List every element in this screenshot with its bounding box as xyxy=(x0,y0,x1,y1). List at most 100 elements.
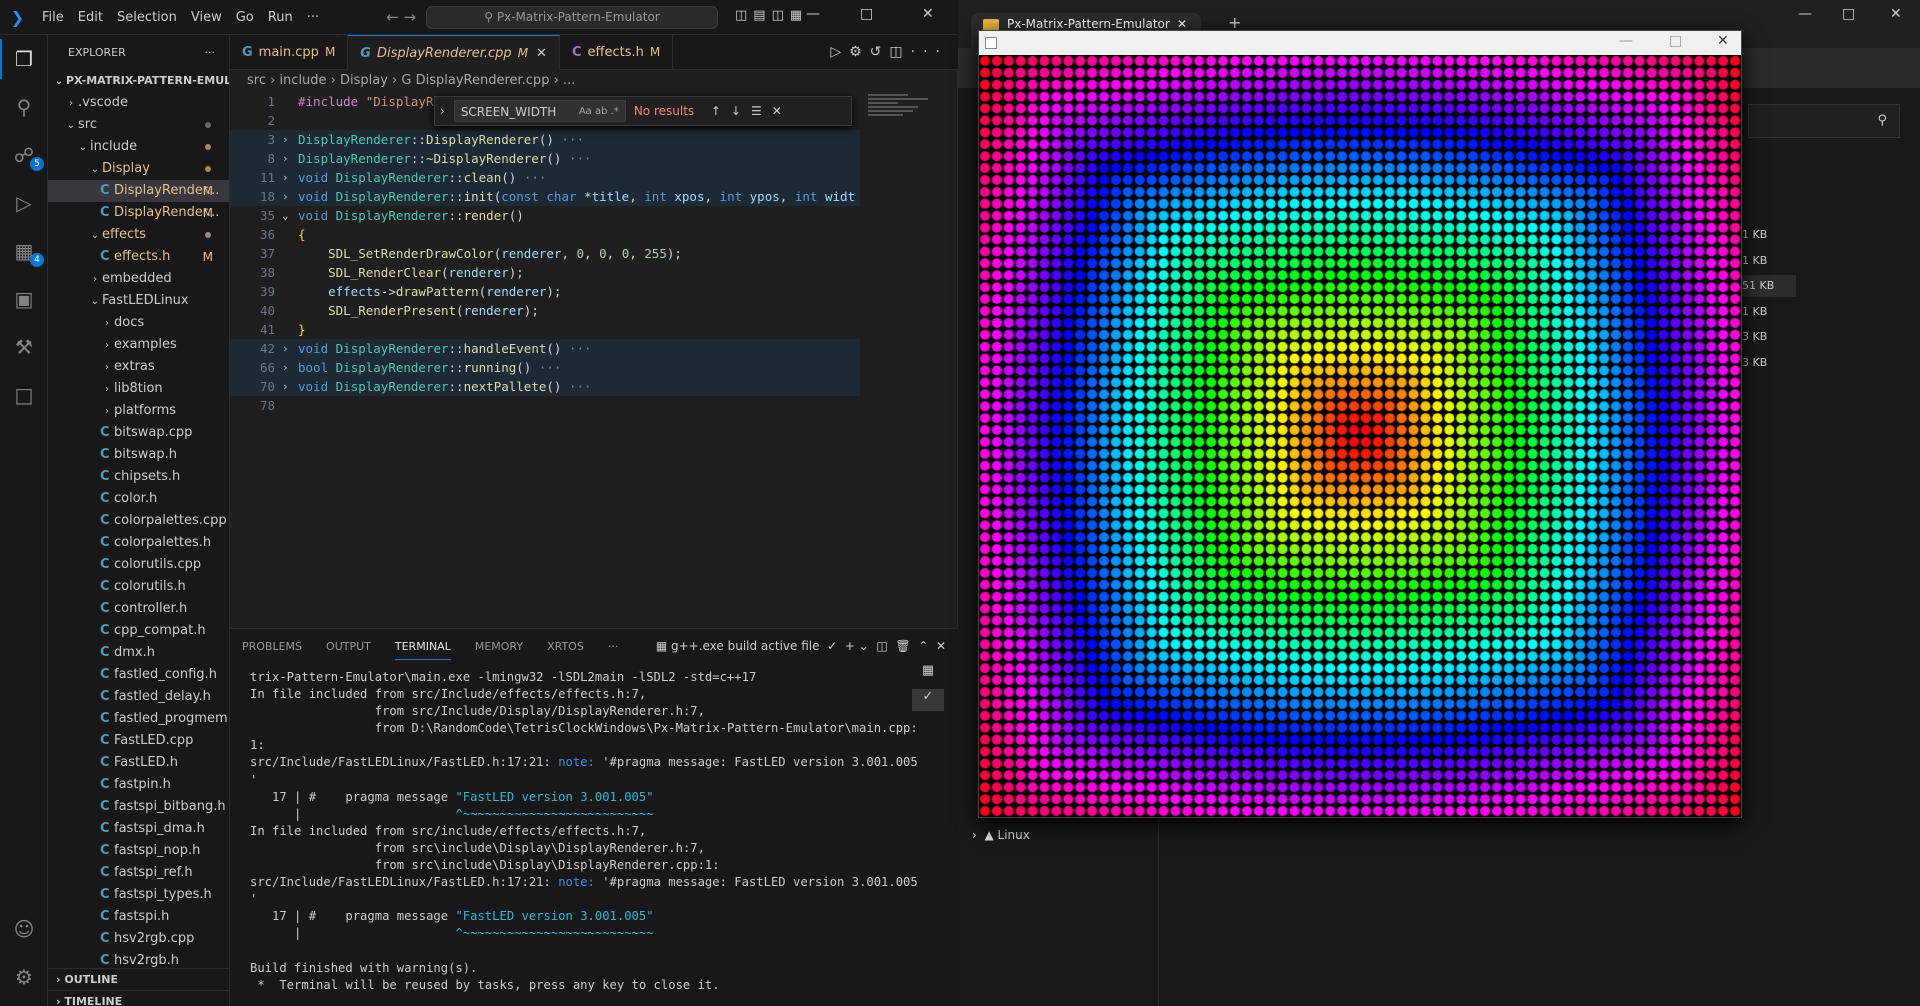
layout-toggle-icons[interactable]: ◫▤◫▦ xyxy=(735,8,808,23)
file-item[interactable]: Ccolorutils.cpp xyxy=(48,554,229,576)
file-item[interactable]: Cdmx.h xyxy=(48,642,229,664)
code-line[interactable]: 66 › bool DisplayRenderer::running() ··· xyxy=(230,358,860,377)
file-item[interactable]: Cfastpin.h xyxy=(48,774,229,796)
code-line[interactable]: 70 › void DisplayRenderer::nextPallete() ·… xyxy=(230,377,860,396)
sdl-close-button[interactable]: ✕ xyxy=(1717,33,1729,49)
close-panel-icon[interactable]: ✕ xyxy=(936,639,946,653)
folder-item[interactable]: ⌄ effects xyxy=(48,224,229,246)
file-item[interactable]: Ccolorpalettes.h xyxy=(48,532,229,554)
file-item[interactable]: Cbitswap.cpp xyxy=(48,422,229,444)
folder-item[interactable]: › platforms xyxy=(48,400,229,422)
explorer-maximize-button[interactable]: □ xyxy=(1842,6,1855,22)
panel-tab-moremoremore[interactable]: ··· xyxy=(608,634,619,659)
code-line[interactable]: 8 › DisplayRenderer::~DisplayRenderer() ··… xyxy=(230,149,860,168)
explorer-minimize-button[interactable]: — xyxy=(1798,6,1812,22)
menu-go[interactable]: Go xyxy=(229,10,261,25)
panel-tab-memory[interactable]: MEMORY xyxy=(475,634,523,659)
fold-icon[interactable]: › xyxy=(282,149,289,168)
chevron-right-icon[interactable]: › xyxy=(440,104,445,118)
find-in-selection-icon[interactable]: ☰ xyxy=(751,104,762,118)
folder-item[interactable]: ⌄ Display xyxy=(48,158,229,180)
run-debug-icon[interactable]: ▷ xyxy=(10,189,38,217)
workspace-root[interactable]: ⌄ PX-MATRIX-PATTERN-EMUL... xyxy=(48,70,229,92)
file-item[interactable]: Ccontroller.h xyxy=(48,598,229,620)
find-input[interactable]: SCREEN_WIDTH Aa ab .* xyxy=(453,100,626,123)
new-terminal-icon[interactable]: + xyxy=(845,639,855,653)
file-item[interactable]: Cfastspi_ref.h xyxy=(48,862,229,884)
folder-item[interactable]: › .vscode xyxy=(48,92,229,114)
panel-tab-output[interactable]: OUTPUT xyxy=(326,634,371,659)
sdl-minimize-button[interactable]: — xyxy=(1619,33,1633,49)
file-item[interactable]: Ccolorutils.h xyxy=(48,576,229,598)
source-control-icon[interactable]: ☍ 5 xyxy=(10,141,44,171)
minimap[interactable] xyxy=(863,92,945,152)
file-item[interactable]: Cbitswap.h xyxy=(48,444,229,466)
code-line[interactable]: 78 xyxy=(230,396,860,415)
code-line[interactable]: 40 SDL_RenderPresent(renderer); xyxy=(230,301,860,320)
panel-tab-problems[interactable]: PROBLEMS xyxy=(242,634,302,659)
file-item[interactable]: Ccpp_compat.h xyxy=(48,620,229,642)
previous-match-icon[interactable]: ↑ xyxy=(711,104,721,118)
menu-file[interactable]: File xyxy=(35,10,71,25)
menu-view[interactable]: View xyxy=(184,10,229,25)
split-icon[interactable]: ◫ xyxy=(876,639,887,653)
task-name[interactable]: g++.exe build active file xyxy=(671,639,820,653)
fold-icon[interactable]: › xyxy=(282,187,289,206)
explorer-icon[interactable]: ❐ xyxy=(0,39,38,79)
file-item[interactable]: Cfastled_progmem.h xyxy=(48,708,229,730)
folder-item[interactable]: › examples xyxy=(48,334,229,356)
fold-icon[interactable]: › xyxy=(282,130,289,149)
close-button[interactable]: ✕ xyxy=(922,6,934,22)
close-tab-icon[interactable]: ✕ xyxy=(536,46,547,61)
file-item[interactable]: Cfastspi_bitbang.h xyxy=(48,796,229,818)
back-forward-icon[interactable]: ← → xyxy=(386,8,416,26)
code-line[interactable]: 36 { xyxy=(230,225,860,244)
maximize-button[interactable]: □ xyxy=(860,6,873,22)
find-options[interactable]: Aa ab .* xyxy=(579,101,619,123)
editor-actions-icons[interactable]: ▷⚙↺◫··· xyxy=(830,35,948,70)
nav-item-linux[interactable]: › ▲ Linux xyxy=(972,828,1030,842)
trash-icon[interactable]: 🗑 xyxy=(895,639,910,653)
folder-item[interactable]: ⌄ src xyxy=(48,114,229,136)
menu-run[interactable]: Run xyxy=(261,10,300,25)
panel-tab-terminal[interactable]: TERMINAL xyxy=(394,634,451,660)
code-line[interactable]: 18 › void DisplayRenderer::init(const char… xyxy=(230,187,860,206)
panel-tab-xrtos[interactable]: XRTOS xyxy=(547,634,584,659)
file-item[interactable]: Cfastspi_dma.h xyxy=(48,818,229,840)
led-matrix-canvas[interactable] xyxy=(979,55,1741,817)
file-item[interactable]: C FastLED.h xyxy=(48,752,229,774)
file-item[interactable]: Ccolorpalettes.cpp xyxy=(48,510,229,532)
folder-item[interactable]: ⌄ FastLEDLinux xyxy=(48,290,229,312)
extensions-icon[interactable]: ▦ 4 xyxy=(10,237,44,267)
code-line[interactable]: 42 › void DisplayRenderer::handleEvent() ·… xyxy=(230,339,860,358)
folder-item[interactable]: › embedded xyxy=(48,268,229,290)
fold-icon[interactable]: › xyxy=(282,168,289,187)
testing-icon[interactable]: ⚒ xyxy=(10,333,38,361)
code-line[interactable]: 11 › void DisplayRenderer::clean() ··· xyxy=(230,168,860,187)
sdl-maximize-button[interactable]: □ xyxy=(1669,33,1682,49)
folder-item[interactable]: › extras xyxy=(48,356,229,378)
tab-maincpp[interactable]: Gmain.cpp M xyxy=(230,35,349,70)
menu-[interactable]: ··· xyxy=(300,10,326,25)
folder-item[interactable]: ⌄ include xyxy=(48,136,229,158)
code-line[interactable]: 39 effects->drawPattern(renderer); xyxy=(230,282,860,301)
code-editor[interactable]: 1#include "DisplayRenderer.h"23›DisplayR… xyxy=(230,92,860,612)
breadcrumb[interactable]: src › include › Display › G DisplayRende… xyxy=(230,70,958,92)
menu-selection[interactable]: Selection xyxy=(110,10,184,25)
code-line[interactable]: 38 SDL_RenderClear(renderer); xyxy=(230,263,860,282)
folder-item[interactable]: › docs xyxy=(48,312,229,334)
file-item[interactable]: Cchipsets.h xyxy=(48,466,229,488)
file-item[interactable]: C FastLED.cpp xyxy=(48,730,229,752)
remote-explorer-icon[interactable]: ▣ xyxy=(10,285,38,313)
fold-icon[interactable]: › xyxy=(282,377,289,396)
file-item[interactable]: C DisplayRender... M xyxy=(48,180,229,202)
menu-edit[interactable]: Edit xyxy=(71,10,110,25)
file-item[interactable]: Chsv2rgb.cpp xyxy=(48,928,229,950)
code-line[interactable]: 35 ⌄ void DisplayRenderer::render() xyxy=(230,206,860,225)
maximize-panel-icon[interactable]: ⌃ xyxy=(918,639,928,653)
more-actions-icon[interactable]: ··· xyxy=(205,35,216,70)
code-line[interactable]: 41} xyxy=(230,320,860,339)
file-item[interactable]: Ccolor.h xyxy=(48,488,229,510)
search-icon[interactable]: ⚲ xyxy=(10,93,38,121)
tab-effectsh[interactable]: Ceffects.h M xyxy=(560,35,674,70)
